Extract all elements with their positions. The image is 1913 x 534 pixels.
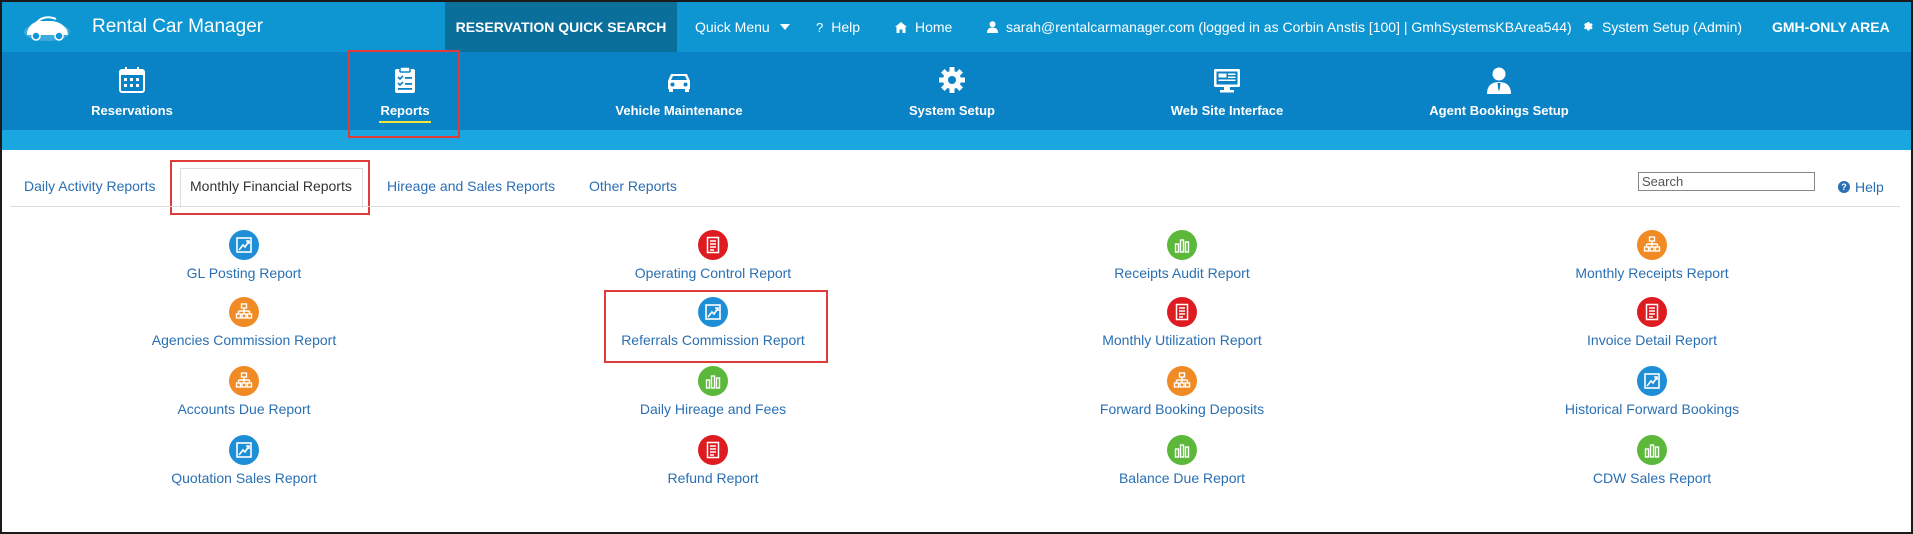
module-bar-strip bbox=[2, 130, 1911, 150]
report-label: Forward Booking Deposits bbox=[1099, 401, 1265, 417]
report-link-historical-forward-bookings[interactable]: Historical Forward Bookings bbox=[1492, 366, 1812, 417]
top-bar: Rental Car Manager RESERVATION QUICK SEA… bbox=[2, 2, 1911, 52]
help-menu-link[interactable]: ? Help bbox=[816, 2, 860, 52]
user-icon bbox=[987, 21, 998, 33]
report-label: Refund Report bbox=[667, 470, 759, 486]
report-label: Receipts Audit Report bbox=[1114, 265, 1250, 281]
document-icon bbox=[698, 435, 728, 465]
brand[interactable]: Rental Car Manager bbox=[22, 10, 263, 44]
trend-chart-icon bbox=[229, 435, 259, 465]
report-link-monthly-receipts-report[interactable]: Monthly Receipts Report bbox=[1492, 230, 1812, 281]
user-account-label: sarah@rentalcarmanager.com (logged in as… bbox=[1006, 19, 1572, 35]
document-icon bbox=[1637, 297, 1667, 327]
report-link-invoice-detail-report[interactable]: Invoice Detail Report bbox=[1492, 297, 1812, 348]
report-label: Monthly Utilization Report bbox=[1102, 332, 1262, 348]
report-label: Daily Hireage and Fees bbox=[639, 401, 787, 417]
trend-chart-icon bbox=[698, 297, 728, 327]
app-window: Rental Car Manager RESERVATION QUICK SEA… bbox=[2, 2, 1911, 532]
home-label: Home bbox=[915, 19, 953, 35]
report-label: Monthly Receipts Report bbox=[1575, 265, 1729, 281]
report-label: GL Posting Report bbox=[186, 265, 302, 281]
quick-menu-label: Quick Menu bbox=[695, 19, 770, 35]
report-link-gl-posting-report[interactable]: GL Posting Report bbox=[84, 230, 404, 281]
report-link-operating-control-report[interactable]: Operating Control Report bbox=[553, 230, 873, 281]
system-setup-admin-link[interactable]: System Setup (Admin) bbox=[1582, 2, 1742, 52]
bar-chart-icon bbox=[1167, 230, 1197, 260]
trend-chart-icon bbox=[1637, 366, 1667, 396]
help-link[interactable]: ? Help bbox=[1838, 179, 1884, 195]
tab-monthly-financial-reports[interactable]: Monthly Financial Reports bbox=[190, 178, 352, 194]
module-label: System Setup bbox=[909, 103, 995, 118]
org-chart-icon bbox=[1637, 230, 1667, 260]
module-reservations[interactable]: Reservations bbox=[72, 52, 192, 130]
chevron-down-icon bbox=[779, 24, 790, 30]
module-label: Agent Bookings Setup bbox=[1429, 103, 1569, 118]
gear-icon bbox=[939, 67, 965, 93]
trend-chart-icon bbox=[229, 230, 259, 260]
report-label: Balance Due Report bbox=[1118, 470, 1246, 486]
bar-chart-icon bbox=[1167, 435, 1197, 465]
app-name: Rental Car Manager bbox=[92, 16, 264, 37]
module-system-setup[interactable]: System Setup bbox=[892, 52, 1012, 130]
org-chart-icon bbox=[1167, 366, 1197, 396]
module-label: Reports bbox=[380, 103, 430, 118]
reservation-quick-search-button[interactable]: RESERVATION QUICK SEARCH bbox=[445, 2, 677, 52]
report-link-monthly-utilization-report[interactable]: Monthly Utilization Report bbox=[1022, 297, 1342, 348]
report-link-referrals-commission-report[interactable]: Referrals Commission Report bbox=[553, 297, 873, 348]
gear-icon bbox=[1584, 22, 1593, 31]
tab-hireage-and-sales-reports[interactable]: Hireage and Sales Reports bbox=[387, 178, 555, 194]
search-input[interactable] bbox=[1638, 172, 1815, 191]
user-account-link[interactable]: sarah@rentalcarmanager.com (logged in as… bbox=[987, 2, 1572, 52]
agent-user-icon bbox=[1487, 67, 1511, 94]
org-chart-icon bbox=[229, 297, 259, 327]
car-logo-icon bbox=[24, 16, 70, 41]
report-label: Operating Control Report bbox=[634, 265, 792, 281]
report-label: Historical Forward Bookings bbox=[1564, 401, 1740, 417]
org-chart-icon bbox=[229, 366, 259, 396]
module-vehicle-maintenance[interactable]: Vehicle Maintenance bbox=[599, 52, 759, 130]
report-link-refund-report[interactable]: Refund Report bbox=[553, 435, 873, 486]
question-icon: ? bbox=[816, 19, 824, 35]
report-link-daily-hireage-and-fees[interactable]: Daily Hireage and Fees bbox=[553, 366, 873, 417]
report-label: Invoice Detail Report bbox=[1587, 332, 1717, 348]
report-link-cdw-sales-report[interactable]: CDW Sales Report bbox=[1492, 435, 1812, 486]
system-setup-admin-label: System Setup (Admin) bbox=[1602, 19, 1743, 35]
report-link-forward-booking-deposits[interactable]: Forward Booking Deposits bbox=[1022, 366, 1342, 417]
report-label: Referrals Commission Report bbox=[621, 332, 805, 348]
tab-other-reports[interactable]: Other Reports bbox=[589, 178, 677, 194]
tab-daily-activity-reports[interactable]: Daily Activity Reports bbox=[24, 178, 155, 194]
document-icon bbox=[698, 230, 728, 260]
home-link[interactable]: Home bbox=[895, 2, 952, 52]
home-icon bbox=[895, 21, 907, 33]
help-label: Help bbox=[1855, 179, 1884, 195]
module-label: Vehicle Maintenance bbox=[615, 103, 743, 118]
document-icon bbox=[1167, 297, 1197, 327]
report-label: Quotation Sales Report bbox=[171, 470, 317, 486]
report-link-quotation-sales-report[interactable]: Quotation Sales Report bbox=[84, 435, 404, 486]
module-web-site-interface[interactable]: Web Site Interface bbox=[1147, 52, 1307, 130]
module-label: Web Site Interface bbox=[1170, 103, 1284, 118]
question-circle-icon: ? bbox=[1838, 181, 1850, 193]
help-menu-label: Help bbox=[831, 19, 861, 35]
active-module-underline bbox=[379, 121, 431, 123]
bar-chart-icon bbox=[1637, 435, 1667, 465]
module-agent-bookings-setup[interactable]: Agent Bookings Setup bbox=[1419, 52, 1579, 130]
tab-divider bbox=[10, 206, 1900, 207]
report-label: Agencies Commission Report bbox=[151, 332, 337, 348]
report-label: CDW Sales Report bbox=[1592, 470, 1712, 486]
module-label: Reservations bbox=[91, 103, 173, 118]
report-label: Accounts Due Report bbox=[177, 401, 311, 417]
car-icon bbox=[668, 74, 690, 92]
monitor-icon bbox=[1214, 69, 1240, 93]
report-link-balance-due-report[interactable]: Balance Due Report bbox=[1022, 435, 1342, 486]
report-link-agencies-commission-report[interactable]: Agencies Commission Report bbox=[84, 297, 404, 348]
module-reports[interactable]: Reports bbox=[345, 52, 465, 130]
quick-menu-dropdown[interactable]: Quick Menu bbox=[695, 2, 790, 52]
bar-chart-icon bbox=[698, 366, 728, 396]
calendar-icon bbox=[119, 67, 145, 93]
report-link-accounts-due-report[interactable]: Accounts Due Report bbox=[84, 366, 404, 417]
report-link-receipts-audit-report[interactable]: Receipts Audit Report bbox=[1022, 230, 1342, 281]
gmh-only-area-link[interactable]: GMH-ONLY AREA bbox=[1772, 2, 1890, 52]
clipboard-checklist-icon bbox=[395, 66, 415, 93]
